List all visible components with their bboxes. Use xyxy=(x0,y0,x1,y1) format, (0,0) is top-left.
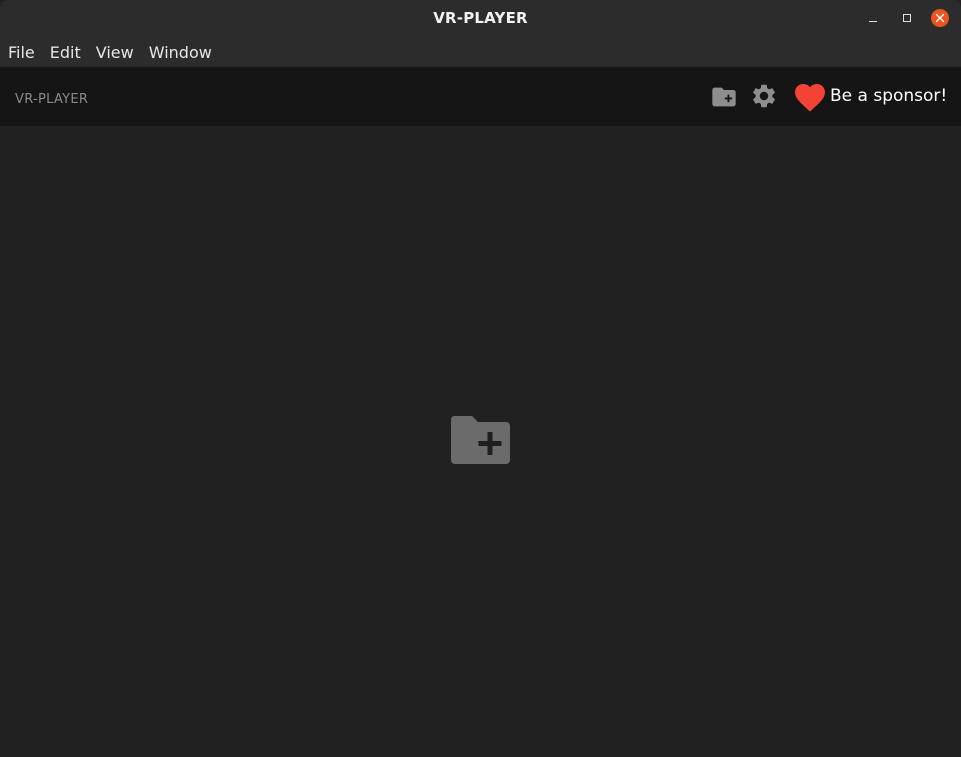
main-content xyxy=(0,126,961,757)
menu-edit[interactable]: Edit xyxy=(50,43,81,62)
add-folder-placeholder[interactable] xyxy=(446,412,516,472)
close-button[interactable] xyxy=(931,9,949,27)
app-toolbar: VR-PLAYER Be a sponsor! xyxy=(0,67,961,126)
folder-add-icon xyxy=(712,87,736,107)
settings-button[interactable] xyxy=(749,81,779,111)
menu-file[interactable]: File xyxy=(8,43,35,62)
close-icon xyxy=(935,13,945,23)
app-name-label: VR-PLAYER xyxy=(15,92,89,107)
minimize-icon xyxy=(869,20,877,22)
folder-add-icon xyxy=(451,416,510,464)
minimize-button[interactable] xyxy=(864,9,882,27)
maximize-icon xyxy=(903,14,911,22)
app-window: VR-PLAYER File Edit View Window VR-PLAYE… xyxy=(0,0,961,757)
menu-view[interactable]: View xyxy=(96,43,134,62)
maximize-button[interactable] xyxy=(898,9,916,27)
menu-window[interactable]: Window xyxy=(149,43,212,62)
sponsor-label: Be a sponsor! xyxy=(830,86,948,106)
window-title: VR-PLAYER xyxy=(433,9,528,27)
title-bar[interactable]: VR-PLAYER xyxy=(0,0,961,37)
add-folder-button[interactable] xyxy=(709,82,739,112)
gear-icon xyxy=(753,84,775,108)
sponsor-button[interactable]: Be a sponsor! xyxy=(792,79,947,113)
menu-bar: File Edit View Window xyxy=(0,37,961,67)
heart-icon xyxy=(795,84,825,112)
